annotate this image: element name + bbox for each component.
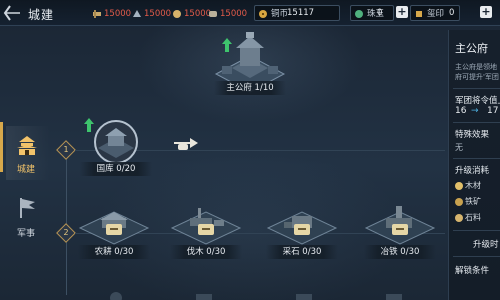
smelting-lock-icon — [392, 224, 408, 235]
nav-item-military[interactable]: 军事 — [6, 190, 50, 244]
resource-stone: 15000 — [208, 7, 247, 20]
iron-icon — [133, 9, 141, 17]
jade-icon — [355, 10, 363, 18]
nav-item-city[interactable]: 城建 — [6, 126, 50, 180]
stone-icon — [209, 10, 217, 17]
iron-icon — [455, 197, 463, 206]
panel-divider — [453, 230, 500, 231]
grain-icon — [173, 9, 181, 18]
back-arrow-icon — [3, 5, 20, 21]
panel-description: 主公府是领地 府可提升'军团 — [455, 63, 499, 81]
copper-coin-display: 铜币 15117 — [254, 5, 340, 21]
upgrade-arrow-icon — [222, 38, 232, 52]
resource-grain: 15000 — [172, 7, 211, 20]
command-value-label: 军团将令值上 — [455, 96, 500, 106]
effect-value: 无 — [455, 143, 463, 152]
wood-icon — [455, 181, 463, 190]
seal-icon — [416, 11, 422, 17]
command-arrow-icon: → — [471, 106, 479, 116]
jade-display: 珠玉 0 — [350, 5, 394, 21]
treasury-upgrade-arrow-icon — [84, 118, 94, 132]
stone-icon — [455, 213, 463, 222]
quarry-lock-icon — [294, 224, 310, 235]
cost-wood: 木材 — [455, 180, 481, 191]
nav-active-indicator — [0, 122, 3, 172]
nav-item-city-label: 城建 — [16, 165, 35, 175]
resource-wood: 15000 — [92, 7, 131, 20]
add-jade-button[interactable]: + — [396, 6, 408, 18]
lumber-label: 伐木 0/30 — [170, 245, 242, 259]
farm-label: 农耕 0/30 — [78, 245, 150, 259]
quarry-label: 采石 0/30 — [266, 245, 338, 259]
nav-item-military-label: 军事 — [16, 229, 35, 239]
unlock-condition-label: 解锁条件 — [455, 266, 490, 276]
pointing-hand-icon — [174, 138, 198, 150]
cost-label: 升级消耗 — [455, 166, 490, 176]
seal-display: 玺印 0 — [410, 5, 460, 21]
farm-lock-icon — [106, 224, 122, 235]
panel-divider — [453, 88, 500, 89]
add-seal-button[interactable]: + — [480, 6, 492, 18]
top-bar: 城建 15000 15000 15000 15000 铜币 15117 珠玉 0… — [0, 0, 500, 26]
city-icon — [17, 136, 37, 155]
next-tier-preview — [110, 292, 402, 300]
main-hall-label: 主公府 1/10 — [214, 81, 286, 95]
smelting-label: 冶铁 0/30 — [364, 245, 436, 259]
building-treasury[interactable] — [90, 120, 142, 166]
treasury-label: 国库 0/20 — [80, 162, 152, 176]
command-from-value: 16 — [455, 106, 467, 116]
cost-iron: 铁矿 — [455, 196, 481, 207]
effect-label: 特殊效果 — [455, 130, 490, 140]
detail-panel: 主公府 主公府是领地 府可提升'军团 军团将令值上 16 → 17 特殊效果 无… — [448, 30, 500, 300]
panel-divider — [453, 158, 500, 159]
resource-iron: 15000 — [132, 7, 171, 20]
panel-divider — [453, 122, 500, 123]
back-button[interactable] — [2, 3, 24, 23]
coin-icon — [259, 10, 267, 18]
panel-divider — [453, 256, 500, 257]
cost-stone: 石料 — [455, 212, 481, 223]
upgrade-time-label: 升级时 — [473, 240, 499, 250]
flag-icon — [20, 198, 35, 218]
tree-vertical-line — [66, 145, 67, 295]
treasury-icon — [94, 120, 138, 164]
wood-icon — [93, 9, 101, 18]
command-to-value: 17 — [487, 106, 499, 116]
lumber-lock-icon — [198, 224, 214, 235]
panel-title: 主公府 — [455, 42, 488, 55]
page-title: 城建 — [28, 8, 55, 22]
